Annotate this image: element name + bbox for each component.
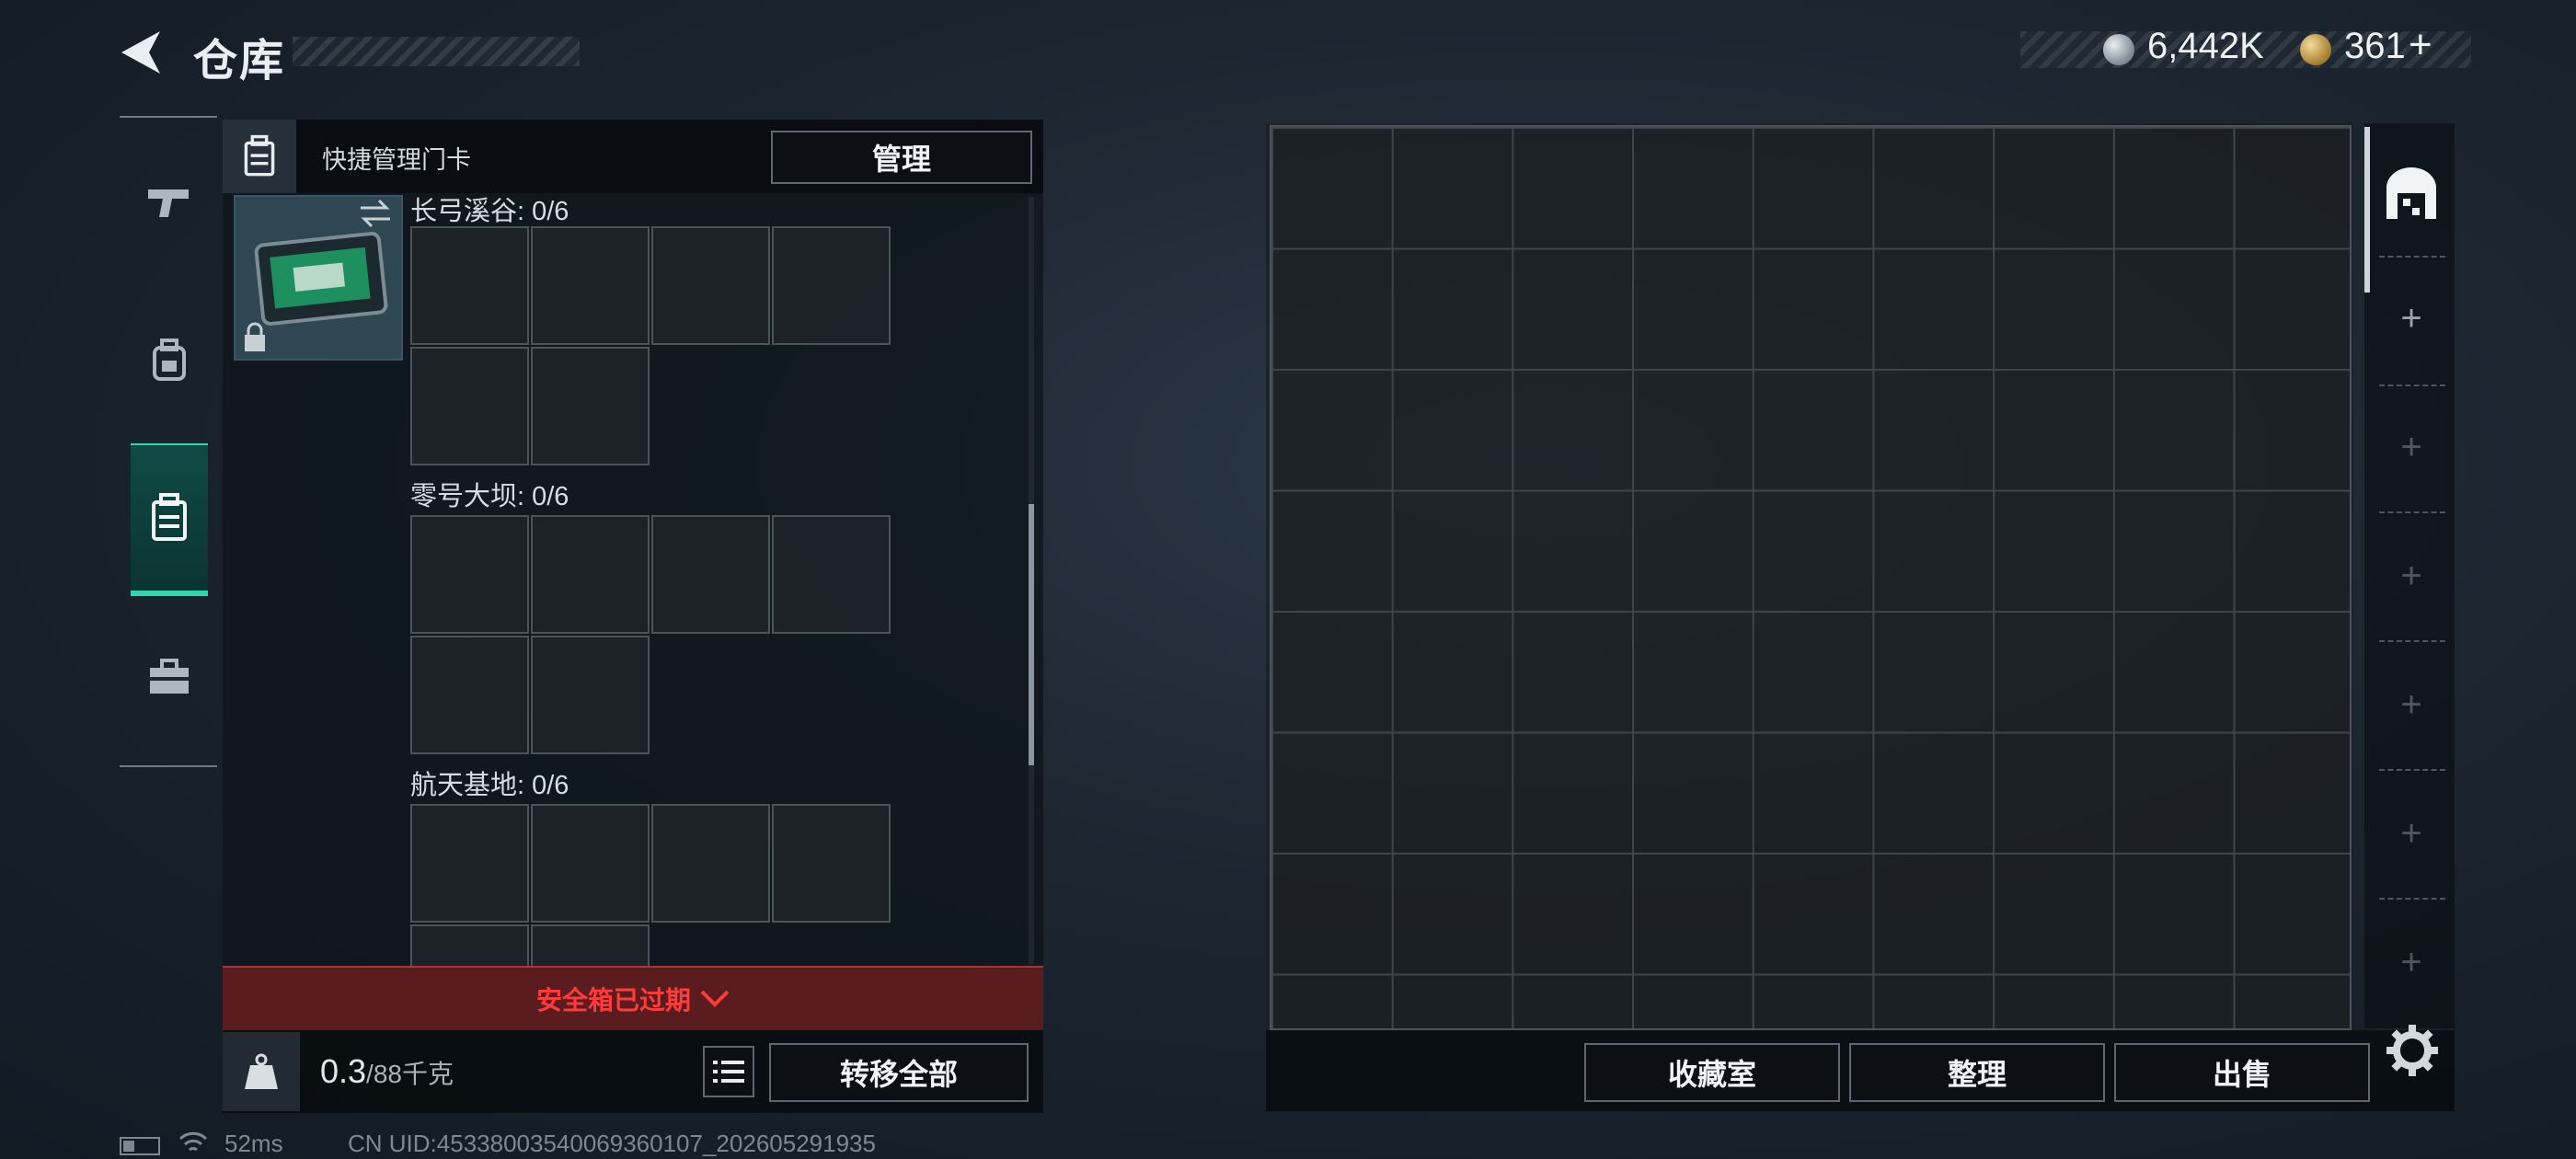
tab-separator bbox=[2379, 511, 2445, 513]
keycard-slot[interactable] bbox=[531, 636, 650, 754]
tab-separator bbox=[2379, 384, 2445, 386]
warehouse-icon bbox=[2386, 167, 2436, 219]
silver-coin-icon bbox=[2103, 34, 2134, 65]
page-title: 仓库 bbox=[193, 37, 286, 86]
nav-item-equipment[interactable] bbox=[131, 305, 208, 416]
settings-button[interactable] bbox=[2383, 1021, 2442, 1080]
weight-max: /88千克 bbox=[366, 1060, 454, 1088]
tab-main-storage[interactable] bbox=[2368, 147, 2455, 239]
tab-separator bbox=[2379, 898, 2445, 900]
keycard-slot[interactable] bbox=[410, 226, 529, 345]
add-tab-button[interactable]: + bbox=[2368, 916, 2455, 1008]
keycard-slot[interactable] bbox=[651, 515, 770, 634]
keycard-slot[interactable] bbox=[772, 804, 891, 923]
add-tab-button[interactable]: + bbox=[2368, 401, 2455, 493]
wifi-icon bbox=[178, 1131, 208, 1152]
pistol-icon bbox=[148, 189, 189, 217]
battery-icon bbox=[120, 1137, 160, 1155]
title-decor-stripe bbox=[293, 37, 580, 66]
nav-item-weapons[interactable] bbox=[131, 147, 208, 258]
gear-icon bbox=[2386, 1025, 2438, 1076]
keycard-slot[interactable] bbox=[772, 515, 891, 634]
keycard-slot[interactable] bbox=[531, 804, 650, 923]
quick-manage-keycards-label: 快捷管理门卡 bbox=[322, 146, 471, 174]
gold-coin-icon bbox=[2300, 34, 2331, 65]
collection-room-button[interactable]: 收藏室 bbox=[1584, 1043, 1840, 1102]
keycard-slot[interactable] bbox=[531, 924, 650, 966]
keycard-slot[interactable] bbox=[531, 226, 650, 345]
storage-grid[interactable] bbox=[1270, 125, 2352, 1030]
safe-box-expired-banner[interactable]: 安全箱已过期 bbox=[223, 966, 1043, 1030]
add-tab-button[interactable]: + bbox=[2368, 272, 2455, 364]
tab-separator bbox=[2379, 256, 2445, 258]
toolbox-icon bbox=[148, 659, 190, 694]
back-arrow-icon bbox=[121, 31, 160, 74]
tab-separator bbox=[2379, 640, 2445, 642]
keycard-slot[interactable] bbox=[531, 515, 650, 634]
keycard-slot[interactable] bbox=[410, 347, 529, 465]
ping-readout: 52ms bbox=[224, 1130, 283, 1157]
keycard-slot[interactable] bbox=[531, 347, 650, 465]
nav-item-keycards[interactable] bbox=[131, 443, 208, 596]
add-tab-button[interactable]: + bbox=[2368, 659, 2455, 751]
tab-separator bbox=[2379, 769, 2445, 771]
keycard-slot[interactable] bbox=[651, 226, 770, 345]
manage-button[interactable]: 管理 bbox=[771, 131, 1032, 184]
keycard-category-list: 长弓溪谷: 0/6 零号大坝: 0/6 航天基地: 0/6 bbox=[223, 197, 1029, 966]
keycard-slot[interactable] bbox=[410, 924, 529, 966]
keycard-slot[interactable] bbox=[410, 804, 529, 923]
keycard-slot[interactable] bbox=[772, 226, 891, 345]
gold-add-button[interactable]: + bbox=[2409, 22, 2432, 68]
sort-button[interactable]: 整理 bbox=[1849, 1043, 2105, 1102]
add-tab-button[interactable]: + bbox=[2368, 530, 2455, 622]
keycard-case-icon bbox=[244, 134, 275, 177]
expired-text: 安全箱已过期 bbox=[535, 986, 691, 1015]
category-label: 零号大坝: 0/6 bbox=[410, 482, 569, 511]
weight-icon-box bbox=[223, 1032, 300, 1111]
keycard-slot[interactable] bbox=[410, 636, 529, 754]
keycard-case-icon bbox=[152, 493, 187, 541]
weight-readout: 0.3/88千克 bbox=[320, 1052, 454, 1091]
uid-readout: CN UID:453380035400693601​07_20260529193… bbox=[348, 1130, 876, 1157]
category-label: 航天基地: 0/6 bbox=[410, 771, 569, 800]
kg-weight-icon bbox=[245, 1053, 278, 1089]
list-icon bbox=[713, 1061, 744, 1083]
transfer-all-button[interactable]: 转移全部 bbox=[769, 1043, 1029, 1102]
back-button[interactable] bbox=[118, 28, 164, 77]
category-label: 长弓溪谷: 0/6 bbox=[410, 197, 569, 226]
keycard-header-icon-box bbox=[223, 120, 296, 193]
sell-button[interactable]: 出售 bbox=[2114, 1043, 2370, 1102]
add-tab-button[interactable]: + bbox=[2368, 787, 2455, 879]
keycard-slot[interactable] bbox=[651, 804, 770, 923]
silver-currency-value: 6,442K bbox=[2147, 26, 2264, 66]
chevron-down-icon bbox=[700, 990, 730, 1007]
gold-currency-value: 361 bbox=[2344, 26, 2406, 66]
scrollbar-thumb[interactable] bbox=[1029, 504, 1034, 765]
weight-current: 0.3 bbox=[320, 1052, 367, 1090]
nav-item-tools[interactable] bbox=[131, 622, 208, 732]
keycard-slot[interactable] bbox=[410, 515, 529, 634]
list-view-button[interactable] bbox=[703, 1046, 754, 1097]
backpack-icon bbox=[153, 339, 186, 381]
